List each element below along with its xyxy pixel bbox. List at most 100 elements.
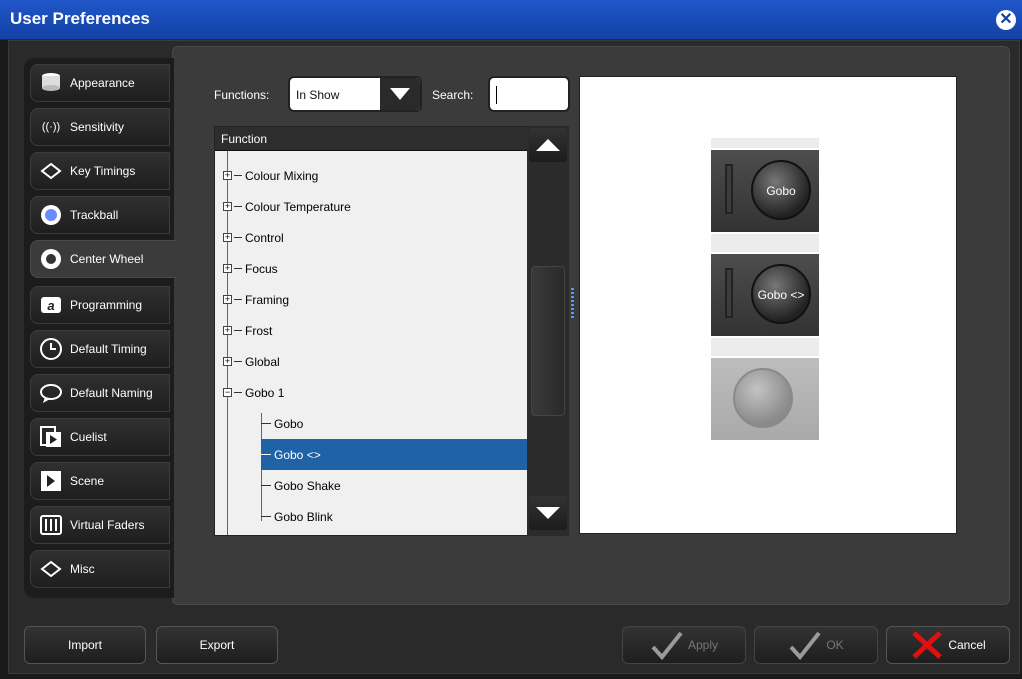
sidebar-item-misc[interactable]: Misc xyxy=(30,550,170,588)
cancel-label: Cancel xyxy=(948,638,986,652)
expand-icon[interactable]: + xyxy=(223,202,232,211)
tree-connector xyxy=(234,330,242,331)
tree-connector xyxy=(234,175,242,176)
collapse-icon[interactable]: − xyxy=(223,388,232,397)
cancel-x-icon xyxy=(912,631,943,659)
tree-node[interactable]: − Gobo 1 xyxy=(223,377,523,408)
search-label: Search: xyxy=(432,88,474,102)
expand-icon[interactable]: + xyxy=(223,357,232,366)
splitter-handle[interactable] xyxy=(571,288,574,318)
tree-node-label: Gobo <> xyxy=(274,447,321,462)
tree-node-label: Gobo Shake xyxy=(274,478,341,493)
tree-node-child[interactable]: Gobo Blink xyxy=(261,501,527,532)
window-title: User Preferences xyxy=(10,9,150,28)
tree-node-child[interactable]: Gobo Shake xyxy=(261,470,527,501)
tree-connector xyxy=(261,454,271,455)
tree-node[interactable]: + Control xyxy=(223,222,523,253)
tree-connector xyxy=(234,268,242,269)
fader-slot xyxy=(725,268,733,318)
ok-button[interactable]: OK xyxy=(754,626,878,664)
sidebar-item-scene[interactable]: Scene xyxy=(30,462,170,500)
tree-node-child-selected[interactable]: Gobo <> xyxy=(261,439,527,470)
tree-body: + Colour Mixing + Colour Temperature + Cont… xyxy=(215,151,527,535)
sidebar-item-sensitivity[interactable]: ((·)) Sensitivity xyxy=(30,108,170,146)
faders-icon xyxy=(37,511,65,539)
tree-node-label: Gobo xyxy=(274,416,304,431)
sidebar-item-programming[interactable]: a Programming xyxy=(30,286,170,324)
tree-node-label: Gobo 1 xyxy=(245,385,285,400)
tree-node[interactable]: + Colour Mixing xyxy=(223,160,523,191)
svg-text:a: a xyxy=(47,298,54,313)
trackball-icon xyxy=(37,201,65,229)
tree-node-label: Focus xyxy=(245,261,278,276)
expand-icon[interactable]: + xyxy=(223,171,232,180)
tree-connector xyxy=(234,361,242,362)
sidebar-item-trackball[interactable]: Trackball xyxy=(30,196,170,234)
tree-connector xyxy=(234,299,242,300)
functions-value: In Show xyxy=(296,88,340,102)
functions-dropdown[interactable]: In Show xyxy=(288,76,422,112)
tree-node[interactable]: + Focus xyxy=(223,253,523,284)
preview-strip xyxy=(711,234,819,252)
import-button[interactable]: Import xyxy=(24,626,146,664)
gobo-tile-label: Gobo <> xyxy=(757,288,805,302)
expand-icon[interactable]: + xyxy=(223,295,232,304)
expand-icon[interactable]: + xyxy=(223,233,232,242)
sidebar-item-key-timings[interactable]: Key Timings xyxy=(30,152,170,190)
sidebar-item-label: Programming xyxy=(70,298,143,312)
tree-node-label: Frost xyxy=(245,323,273,338)
sidebar-item-label: Misc xyxy=(70,562,95,576)
title-bar: User Preferences ✕ xyxy=(0,0,1022,40)
cancel-button[interactable]: Cancel xyxy=(886,626,1010,664)
clock-icon xyxy=(37,335,65,363)
wheel-icon xyxy=(37,245,65,273)
tree-connector xyxy=(261,485,271,486)
gobo-tile[interactable]: Gobo xyxy=(711,150,819,232)
import-label: Import xyxy=(67,638,102,652)
programming-icon: a xyxy=(37,291,65,319)
tree-node[interactable]: + Global xyxy=(223,346,523,377)
sidebar-item-label: Default Naming xyxy=(70,386,153,400)
tree-node-child[interactable]: Gobo xyxy=(261,408,527,439)
export-button[interactable]: Export xyxy=(156,626,278,664)
triangle-down-icon xyxy=(536,507,560,519)
tree-node-label: Global xyxy=(245,354,280,369)
scroll-thumb[interactable] xyxy=(531,266,565,416)
search-input[interactable] xyxy=(488,76,570,112)
sidebar-item-appearance[interactable]: Appearance xyxy=(30,64,170,102)
function-tree: Function + Colour Mixing + Colour Temperat… xyxy=(214,126,568,536)
scroll-down-button[interactable] xyxy=(529,496,567,530)
close-icon[interactable]: ✕ xyxy=(996,10,1016,30)
tree-connector xyxy=(261,516,271,517)
sidebar-item-label: Key Timings xyxy=(70,164,136,178)
sidebar-item-label: Center Wheel xyxy=(70,252,144,266)
tree-scrollbar[interactable] xyxy=(527,126,569,536)
scroll-up-button[interactable] xyxy=(529,128,567,162)
chevron-down-icon[interactable] xyxy=(380,78,420,110)
tree-node-label: Framing xyxy=(245,292,290,307)
expand-icon[interactable]: + xyxy=(223,326,232,335)
sidebar-item-center-wheel[interactable]: Center Wheel xyxy=(30,240,176,278)
apply-button[interactable]: Apply xyxy=(622,626,746,664)
misc-icon xyxy=(37,555,65,583)
tree-node[interactable]: + Frost xyxy=(223,315,523,346)
sidebar-item-default-naming[interactable]: Default Naming xyxy=(30,374,170,412)
tree-node-label: Control xyxy=(245,230,284,245)
tree-node-label: Colour Mixing xyxy=(245,168,319,183)
export-label: Export xyxy=(199,638,235,652)
tree-header-function[interactable]: Function xyxy=(215,127,527,151)
gobo-rotate-tile[interactable]: Gobo <> xyxy=(711,254,819,336)
preview-strip xyxy=(711,138,819,148)
tree-node[interactable]: + Framing xyxy=(223,284,523,315)
triangle-up-icon xyxy=(536,139,560,151)
sidebar-item-default-timing[interactable]: Default Timing xyxy=(30,330,170,368)
sidebar-item-label: Scene xyxy=(70,474,105,488)
fader-slot xyxy=(725,164,733,214)
tree-connector xyxy=(234,237,242,238)
expand-icon[interactable]: + xyxy=(223,264,232,273)
sidebar-item-label: Default Timing xyxy=(70,342,147,356)
preview-strip xyxy=(711,338,819,356)
sidebar-item-virtual-faders[interactable]: Virtual Faders xyxy=(30,506,170,544)
sidebar-item-cuelist[interactable]: Cuelist xyxy=(30,418,170,456)
tree-node[interactable]: + Colour Temperature xyxy=(223,191,523,222)
